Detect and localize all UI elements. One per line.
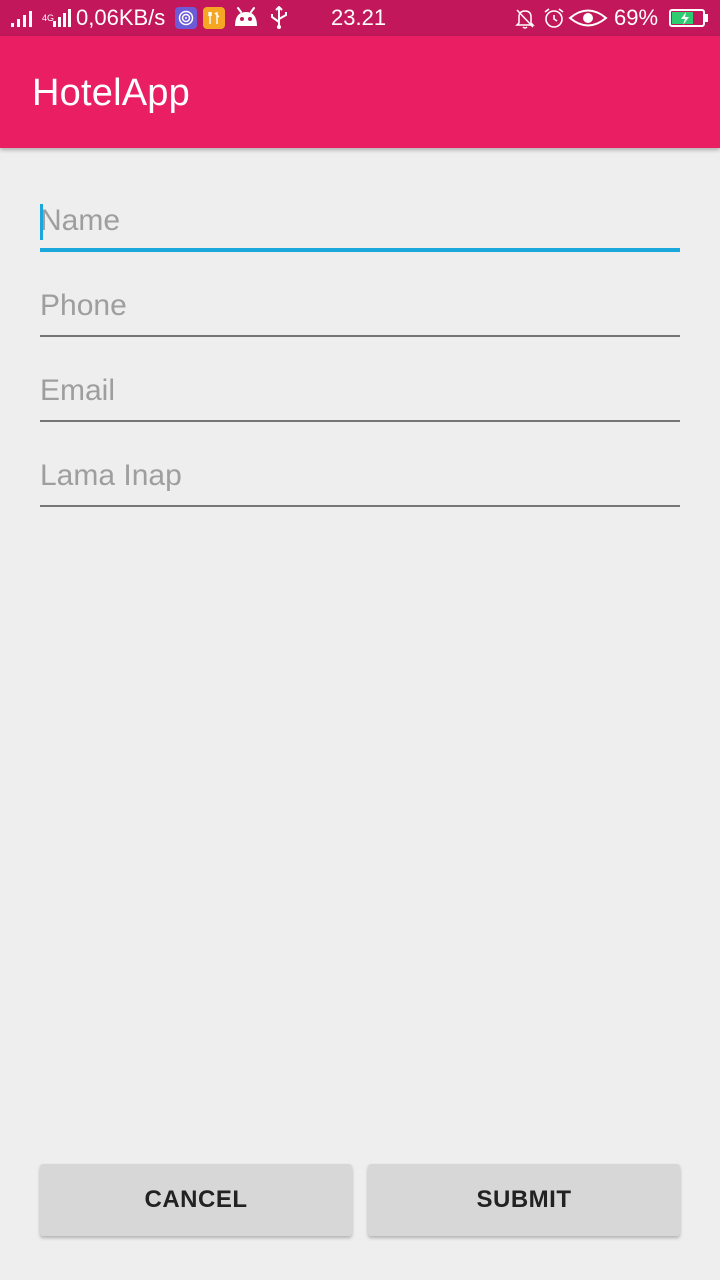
submit-button[interactable]: SUBMIT [368, 1164, 680, 1236]
battery-charging-icon [669, 0, 709, 36]
battery-percent: 69% [614, 5, 659, 30]
text-cursor [40, 204, 43, 240]
app-title: HotelApp [32, 72, 190, 114]
email-input[interactable] [40, 362, 680, 420]
bell-off-icon [514, 0, 536, 36]
app-tools-icon [203, 0, 225, 36]
cancel-button-label: CANCEL [144, 1186, 248, 1213]
network-speed: 0,06KB/s [76, 5, 166, 30]
usb-icon [268, 0, 290, 36]
clock-time: 23.21 [331, 5, 387, 30]
phone-input[interactable] [40, 277, 680, 335]
alarm-icon [543, 0, 565, 36]
email-field[interactable] [40, 362, 680, 422]
email-underline [40, 420, 680, 422]
signal-4g-icon [52, 0, 72, 36]
eye-icon [568, 0, 608, 36]
signal-icon [10, 0, 38, 36]
app-target-icon [175, 0, 197, 36]
name-field[interactable] [40, 192, 680, 252]
app-bar: HotelApp [0, 36, 720, 148]
android-icon [233, 0, 259, 36]
name-underline [40, 248, 680, 252]
cancel-button[interactable]: CANCEL [40, 1164, 352, 1236]
submit-button-label: SUBMIT [476, 1186, 572, 1213]
status-bar: 4G 0,06KB/s 23.21 69% [0, 0, 720, 36]
lama-inap-field[interactable] [40, 447, 680, 507]
phone-underline [40, 335, 680, 337]
lama-inap-underline [40, 505, 680, 507]
phone-field[interactable] [40, 277, 680, 337]
name-input[interactable] [40, 192, 680, 250]
lama-inap-input[interactable] [40, 447, 680, 505]
